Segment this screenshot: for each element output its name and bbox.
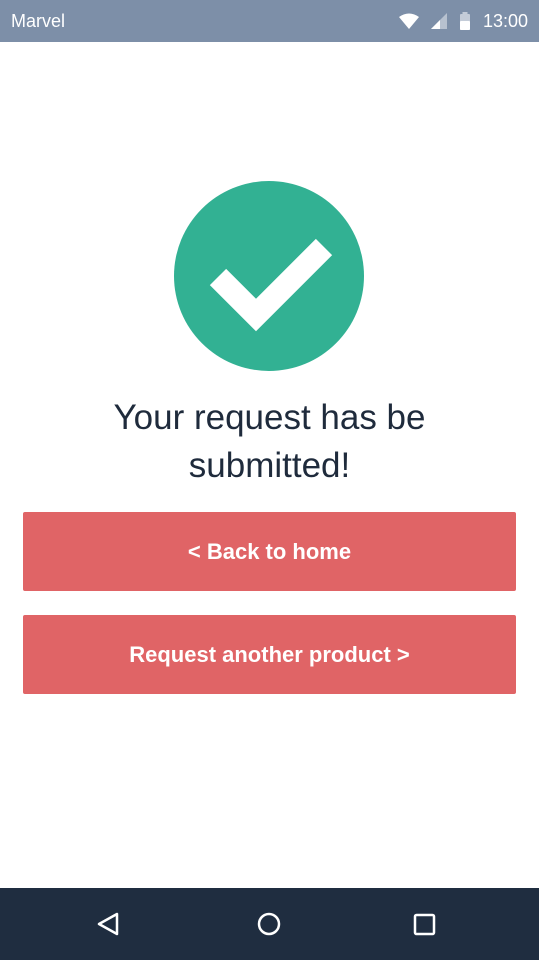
status-bar: Marvel 13:00 xyxy=(0,0,539,42)
main-content: Your request has be submitted! < Back to… xyxy=(0,42,539,888)
request-another-product-button[interactable]: Request another product > xyxy=(23,615,516,694)
recent-apps-square-icon[interactable] xyxy=(406,906,442,942)
navigation-bar xyxy=(0,888,539,960)
confirmation-message: Your request has be submitted! xyxy=(113,398,426,485)
back-to-home-button[interactable]: < Back to home xyxy=(23,512,516,591)
back-triangle-icon[interactable] xyxy=(90,906,126,942)
success-badge xyxy=(174,181,364,371)
home-circle-icon[interactable] xyxy=(251,906,287,942)
wifi-icon xyxy=(398,13,419,29)
battery-icon xyxy=(459,12,471,30)
cell-signal-icon xyxy=(430,13,447,29)
status-app-name: Marvel xyxy=(11,11,66,31)
status-indicators: 13:00 xyxy=(398,9,528,33)
status-time: 13:00 xyxy=(482,11,528,31)
checkmark-icon xyxy=(209,238,333,332)
